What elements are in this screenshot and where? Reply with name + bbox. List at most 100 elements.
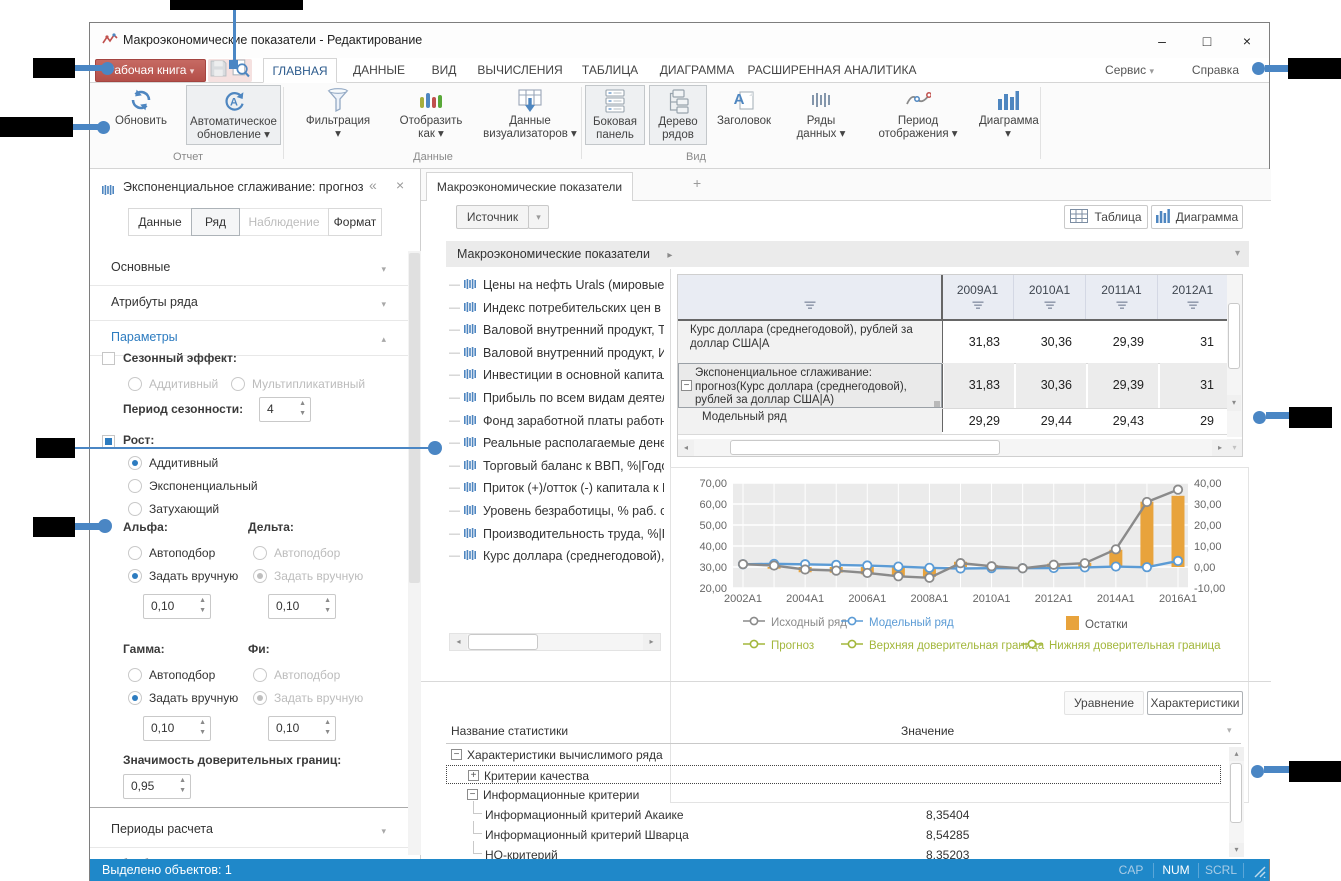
stats-tab-characteristics[interactable]: Характеристики bbox=[1147, 691, 1243, 715]
document-tab[interactable]: Макроэкономические показатели bbox=[426, 172, 633, 201]
ribbon-tab-7[interactable]: РАСШИРЕННАЯ АНАЛИТИКА bbox=[747, 58, 917, 83]
panel-tab-формат[interactable]: Формат bbox=[328, 208, 382, 236]
param-value-spinner[interactable]: 0,10▲▼ bbox=[143, 716, 211, 741]
param-option[interactable]: Автоподбор bbox=[128, 546, 215, 560]
minimize-button[interactable]: – bbox=[1147, 31, 1177, 51]
chevron-down-icon[interactable]: ▾ bbox=[1235, 241, 1240, 267]
stats-row[interactable]: Информационный критерий Акаике8,35404 bbox=[446, 805, 1226, 825]
service-menu[interactable]: Сервис ▾ bbox=[1105, 58, 1154, 83]
row-label-cell[interactable]: Модельный ряд bbox=[678, 408, 942, 434]
column-header[interactable]: 2010A1 bbox=[1014, 275, 1086, 320]
collapse-node-icon[interactable]: − bbox=[451, 749, 462, 760]
scrollbar-thumb[interactable] bbox=[468, 634, 538, 650]
collapse-panel-icon[interactable]: « bbox=[369, 177, 377, 193]
chart-view-button[interactable]: Диаграмма bbox=[1151, 205, 1243, 229]
close-button[interactable]: × bbox=[1232, 31, 1262, 51]
value-cell[interactable]: 31 bbox=[1160, 363, 1228, 408]
param-option[interactable]: Автоподбор bbox=[128, 668, 215, 682]
series-tree-item[interactable]: —Курс доллара (среднегодовой), ру bbox=[449, 545, 664, 567]
column-header[interactable]: 2009A1 bbox=[942, 275, 1014, 320]
filter-icon[interactable] bbox=[1044, 300, 1056, 314]
seasonal-effect-checkbox[interactable] bbox=[102, 352, 115, 365]
ribbon-button-ряды-данных[interactable]: Рядыданных ▾ bbox=[783, 85, 859, 145]
ribbon-button-отобразить-как[interactable]: Отобразитькак ▾ bbox=[383, 85, 479, 145]
stats-vscrollbar[interactable]: ▴▾ bbox=[1229, 747, 1244, 857]
panel-scrollbar[interactable] bbox=[408, 251, 421, 855]
collapse-row-icon[interactable]: − bbox=[681, 380, 692, 391]
add-tab-button[interactable]: + bbox=[693, 175, 701, 191]
filter-icon[interactable] bbox=[972, 300, 984, 314]
value-cell[interactable]: 29,44 bbox=[1016, 408, 1086, 434]
series-tree-item[interactable]: —Производительность труда, %|Го bbox=[449, 523, 664, 545]
scroll-up-button[interactable]: ▴ bbox=[1229, 747, 1244, 761]
series-tree-item[interactable]: —Торговый баланс к ВВП, %|Годов bbox=[449, 455, 664, 477]
value-cell[interactable]: 29,29 bbox=[944, 408, 1014, 434]
series-tree-item[interactable]: —Прибыль по всем видам деятель bbox=[449, 387, 664, 409]
series-tree-item[interactable]: —Инвестиции в основной капитал bbox=[449, 364, 664, 386]
scrollbar-thumb[interactable] bbox=[1228, 303, 1240, 369]
legend-item[interactable]: Модельный ряд bbox=[841, 616, 954, 629]
collapse-node-icon[interactable]: − bbox=[467, 789, 478, 800]
save-icon[interactable] bbox=[210, 60, 227, 82]
value-cell[interactable]: 29,39 bbox=[1088, 321, 1158, 363]
spinner-arrows-icon[interactable]: ▲▼ bbox=[199, 718, 206, 738]
param-option[interactable]: Задать вручную bbox=[128, 691, 238, 705]
panel-tab-данные[interactable]: Данные bbox=[128, 208, 192, 236]
stats-row[interactable]: Информационный критерий Шварца8,54285 bbox=[446, 825, 1226, 845]
ribbon-button-заголовок[interactable]: AЗаголовок bbox=[711, 85, 777, 145]
legend-item[interactable]: Верхняя доверительная граница bbox=[841, 639, 1044, 652]
scroll-left-button[interactable]: ◂ bbox=[678, 440, 694, 456]
ribbon-button-обновить[interactable]: Обновить bbox=[98, 85, 184, 145]
ribbon-button-дерево-рядов[interactable]: Дереворядов bbox=[649, 85, 707, 145]
legend-item[interactable]: Прогноз bbox=[743, 639, 814, 652]
growth-option-3[interactable]: Затухающий bbox=[128, 502, 219, 516]
stats-row[interactable]: HQ-критерий8,35203 bbox=[446, 845, 1226, 859]
table-vscrollbar[interactable]: ▾ bbox=[1227, 275, 1242, 437]
ribbon-tab-1[interactable]: ГЛАВНАЯ bbox=[263, 58, 337, 83]
param-value-spinner[interactable]: 0,10▲▼ bbox=[143, 594, 211, 619]
value-cell[interactable]: 30,36 bbox=[1016, 363, 1086, 408]
table-view-button[interactable]: Таблица bbox=[1064, 205, 1148, 229]
value-cell[interactable]: 29,43 bbox=[1088, 408, 1158, 434]
ribbon-tab-4[interactable]: ВЫЧИСЛЕНИЯ bbox=[475, 58, 565, 83]
series-tree-item[interactable]: —Индекс потребительских цен в с bbox=[449, 297, 664, 319]
stats-filter-icon[interactable]: ▾ bbox=[1227, 725, 1232, 736]
series-tree-item[interactable]: —Цены на нефть Urals (мировые), д bbox=[449, 274, 664, 296]
stats-row[interactable]: +Критерии качества bbox=[446, 765, 1221, 784]
seasonal-option-2[interactable]: Мультипликативный bbox=[231, 377, 365, 391]
tree-hscrollbar[interactable]: ◂▸ bbox=[449, 633, 661, 651]
value-cell[interactable]: 29 bbox=[1160, 408, 1228, 434]
value-cell[interactable]: 30,36 bbox=[1016, 321, 1086, 363]
ribbon-button-период-отображения[interactable]: Периодотображения ▾ bbox=[863, 85, 973, 145]
help-menu[interactable]: Справка bbox=[1192, 58, 1239, 83]
ribbon-button-фильтрация[interactable]: Фильтрация▾ bbox=[295, 85, 381, 145]
series-tree-item[interactable]: —Фонд заработной платы работни bbox=[449, 410, 664, 432]
legend-item[interactable]: Исходный ряд bbox=[743, 616, 847, 629]
column-header[interactable]: 2011A1 bbox=[1086, 275, 1158, 320]
series-tree-item[interactable]: —Валовой внутренний продукт, Ин bbox=[449, 342, 664, 364]
maximize-button[interactable]: □ bbox=[1192, 31, 1222, 51]
row-label-cell[interactable]: Экспоненциальное сглаживание: прогноз(Ку… bbox=[678, 363, 942, 408]
filter-icon[interactable] bbox=[1187, 300, 1199, 314]
scroll-left-button[interactable]: ◂ bbox=[450, 634, 467, 650]
section-basic[interactable]: Основные▾ bbox=[90, 251, 408, 286]
spinner-arrows-icon[interactable]: ▲▼ bbox=[179, 776, 186, 796]
row-label-cell[interactable]: Курс доллара (среднегодовой), рублей за … bbox=[678, 321, 942, 363]
ribbon-button-диаграмма[interactable]: Диаграмма▾ bbox=[979, 85, 1037, 145]
ribbon-tab-3[interactable]: ВИД bbox=[421, 58, 467, 83]
scrollbar-thumb[interactable] bbox=[730, 440, 1000, 455]
ribbon-button-данные-визуализаторов[interactable]: Данныевизуализаторов ▾ bbox=[483, 85, 577, 145]
legend-item[interactable]: Нижняя доверительная граница bbox=[1021, 639, 1221, 652]
stats-row[interactable]: −Информационные критерии bbox=[446, 785, 1226, 805]
param-option[interactable]: Задать вручную bbox=[128, 569, 238, 583]
growth-option-2[interactable]: Экспоненциальный bbox=[128, 479, 258, 493]
breadcrumb[interactable]: Макроэкономические показатели ▸ ▾ bbox=[446, 241, 1249, 267]
value-cell[interactable]: 31,83 bbox=[944, 321, 1014, 363]
scrollbar-thumb[interactable] bbox=[1230, 763, 1242, 823]
section-calc-periods[interactable]: Периоды расчета▾ bbox=[90, 813, 408, 848]
ribbon-tab-6[interactable]: ДИАГРАММА bbox=[655, 58, 739, 83]
growth-option-1[interactable]: Аддитивный bbox=[128, 456, 218, 470]
ribbon-tab-2[interactable]: ДАННЫЕ bbox=[345, 58, 413, 83]
resize-grip[interactable] bbox=[1252, 864, 1266, 881]
close-panel-icon[interactable]: × bbox=[396, 177, 404, 193]
